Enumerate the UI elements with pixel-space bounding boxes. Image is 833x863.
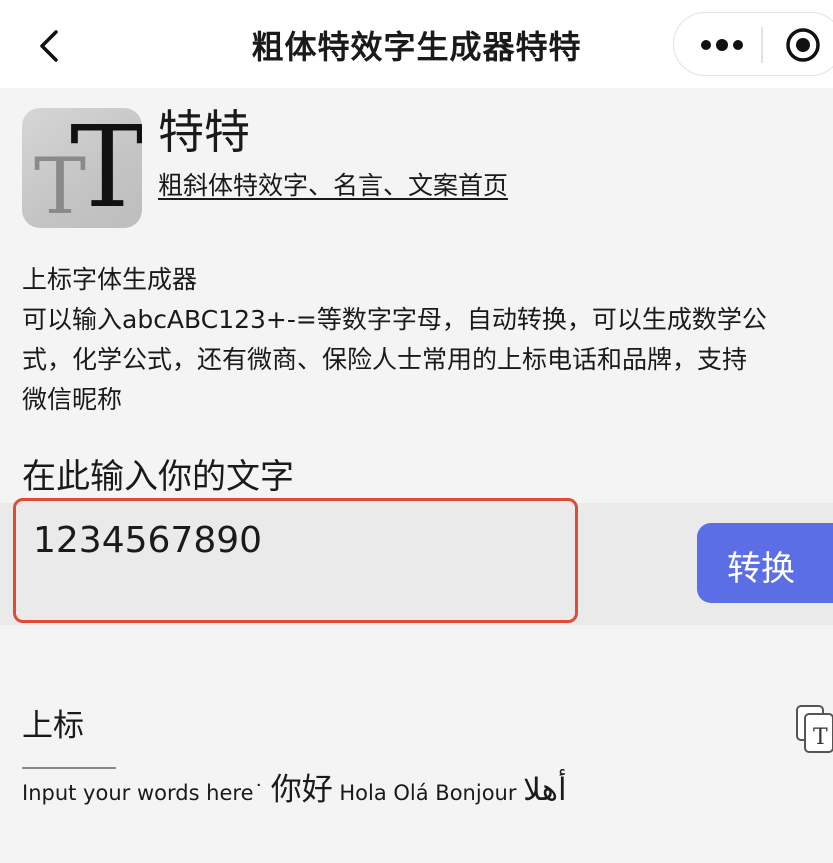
svg-text:T: T xyxy=(813,725,828,750)
description-heading: 上标字体生成器 xyxy=(22,265,198,294)
description: 上标字体生成器 可以输入abcABC123+-=等数字字母，自动转换，可以生成数… xyxy=(22,260,830,420)
description-line: 式，化学公式，还有微商、保险人士常用的上标电话和品牌，支持 xyxy=(22,345,748,374)
app-name: 特特 xyxy=(158,105,250,159)
description-line: 可以输入abcABC123+-=等数字字母，自动转换，可以生成数学公 xyxy=(22,305,767,334)
result-label-underline xyxy=(22,767,116,769)
text-input[interactable]: 1234567890 xyxy=(13,498,578,623)
convert-button[interactable]: 转换 xyxy=(697,523,833,603)
description-line: 微信昵称 xyxy=(22,385,123,414)
copy-icon[interactable]: T xyxy=(795,700,833,760)
sample-arabic: أهلا xyxy=(523,772,567,808)
sample-english: Input your words here xyxy=(22,781,254,805)
result-sample-text[interactable]: Input your words here˙ 你好 Hola Olá Bonjo… xyxy=(22,770,833,813)
result-style-label: 上标 xyxy=(22,708,84,744)
more-icon[interactable] xyxy=(700,35,744,55)
navigation-bar: 粗体特效字生成器特特 xyxy=(0,0,833,88)
input-label: 在此输入你的文字 xyxy=(22,457,294,497)
target-icon[interactable] xyxy=(784,26,822,64)
sample-chinese: 你好 xyxy=(270,772,333,808)
convert-button-label: 转换 xyxy=(727,549,795,589)
sample-dot: ˙ xyxy=(253,781,265,805)
mini-program-capsule xyxy=(673,12,833,76)
home-link[interactable]: 粗斜体特效字、名言、文案首页 xyxy=(158,168,508,204)
text-input-value: 1234567890 xyxy=(33,520,263,561)
capsule-divider xyxy=(761,27,763,63)
sample-latin: Hola Olá Bonjour xyxy=(332,781,524,805)
app-logo: T T xyxy=(22,108,142,228)
